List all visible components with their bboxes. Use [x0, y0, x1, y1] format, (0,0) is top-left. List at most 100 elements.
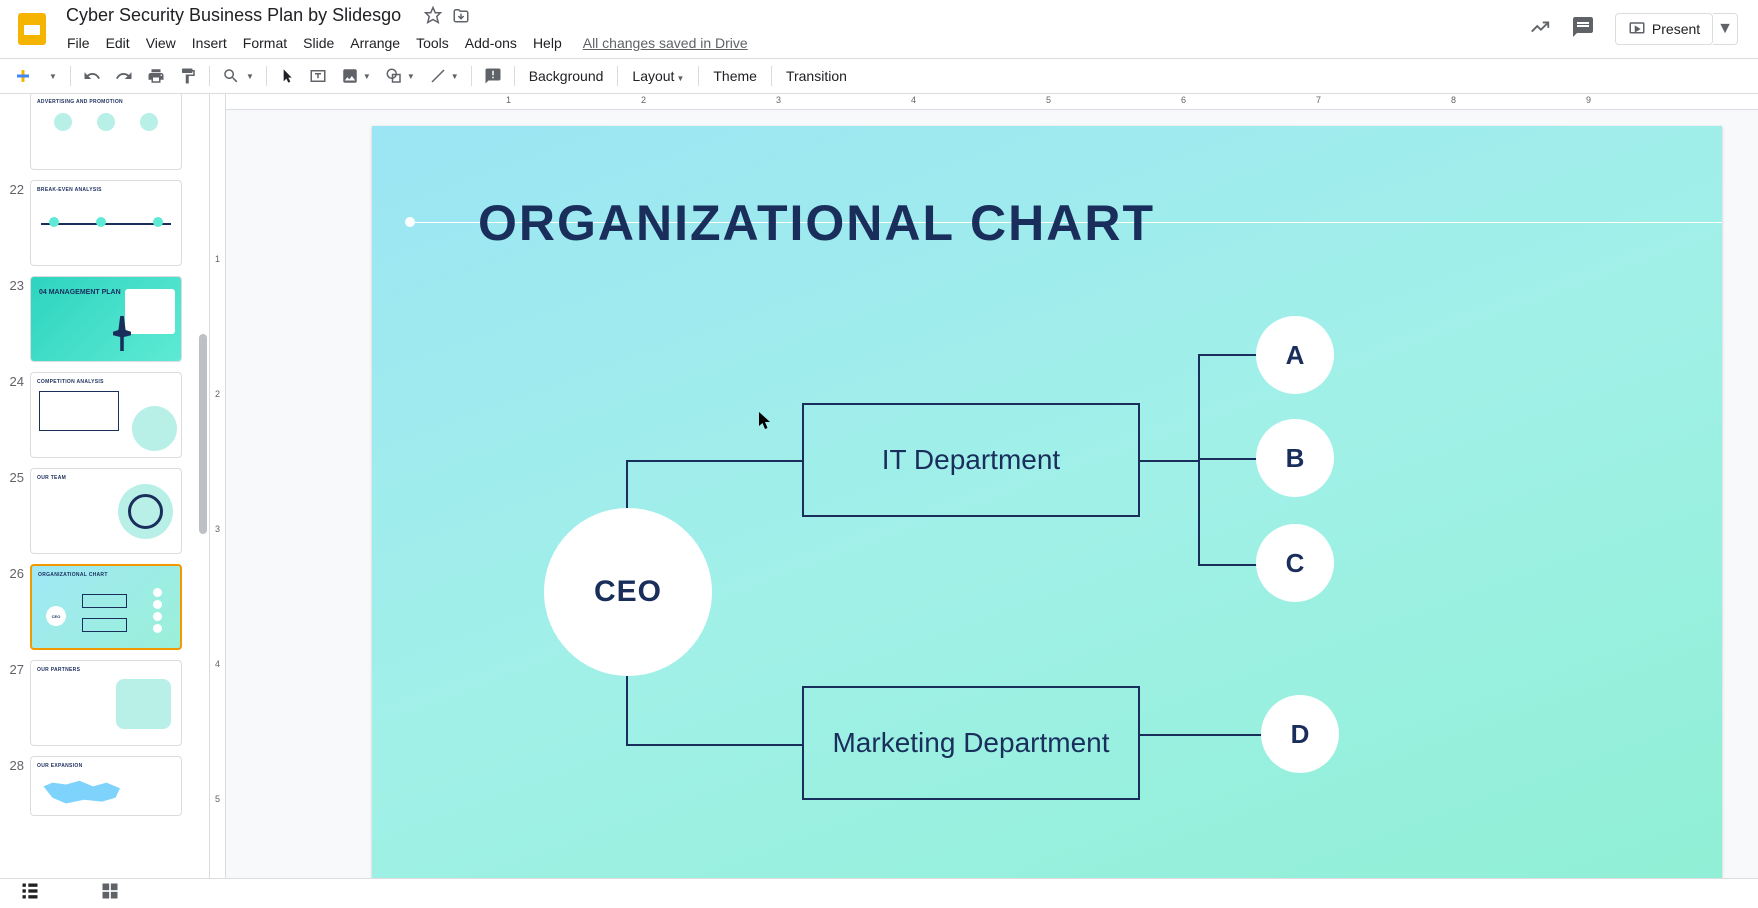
- ruler-tick: 4: [210, 659, 225, 669]
- slides-logo[interactable]: [12, 9, 52, 49]
- film-row: 26 ORGANIZATIONAL CHART CEO: [4, 564, 201, 650]
- org-connector: [1140, 460, 1200, 462]
- line-tool[interactable]: ▼: [423, 64, 465, 88]
- present-button[interactable]: Present: [1615, 13, 1713, 45]
- org-connector: [1140, 734, 1262, 736]
- image-tool[interactable]: ▼: [335, 64, 377, 88]
- ruler-tick: 4: [911, 95, 916, 105]
- comments-icon[interactable]: [1571, 15, 1595, 44]
- canvas[interactable]: 1 2 3 4 5 6 7 8 9 ORGANIZATIONAL CHART C…: [226, 94, 1758, 878]
- comment-tool[interactable]: [478, 64, 508, 88]
- document-title[interactable]: Cyber Security Business Plan by Slidesgo: [60, 3, 407, 28]
- filmstrip-scrollbar[interactable]: [199, 334, 207, 534]
- redo-button[interactable]: [109, 64, 139, 88]
- select-tool[interactable]: [273, 64, 301, 88]
- ruler-tick: 3: [210, 524, 225, 534]
- transition-button[interactable]: Transition: [778, 64, 855, 88]
- ruler-tick: 5: [1046, 95, 1051, 105]
- film-row: 25 OUR TEAM: [4, 468, 201, 554]
- header-right: Present ▼: [1529, 13, 1738, 45]
- slide-thumbnail[interactable]: 04 MANAGEMENT PLAN: [30, 276, 182, 362]
- org-node-marketing[interactable]: Marketing Department: [802, 686, 1140, 800]
- undo-button[interactable]: [77, 64, 107, 88]
- activity-icon[interactable]: [1529, 16, 1551, 43]
- slide-canvas[interactable]: ORGANIZATIONAL CHART CEO IT Department M…: [372, 126, 1722, 878]
- layout-label: Layout: [632, 68, 674, 84]
- new-slide-button[interactable]: [8, 64, 38, 88]
- zoom-button[interactable]: ▼: [216, 64, 260, 88]
- move-icon[interactable]: [452, 6, 470, 29]
- menu-bar: File Edit View Insert Format Slide Arran…: [60, 31, 1529, 55]
- grid-view-icon[interactable]: [100, 881, 120, 906]
- background-button[interactable]: Background: [521, 64, 612, 88]
- slide-number: 28: [4, 756, 30, 773]
- slide-thumbnail[interactable]: OUR PARTNERS: [30, 660, 182, 746]
- thumb-title: BREAK-EVEN ANALYSIS: [37, 187, 102, 193]
- shape-tool[interactable]: ▼: [379, 64, 421, 88]
- filmstrip-view-icon[interactable]: [20, 881, 40, 906]
- separator: [514, 66, 515, 86]
- separator: [209, 66, 210, 86]
- slide-thumbnail-selected[interactable]: ORGANIZATIONAL CHART CEO: [30, 564, 182, 650]
- ruler-tick: 1: [210, 254, 225, 264]
- ruler-tick: 2: [210, 389, 225, 399]
- org-node-b[interactable]: B: [1256, 419, 1334, 497]
- org-node-ceo[interactable]: CEO: [544, 508, 712, 676]
- ruler-tick: 2: [641, 95, 646, 105]
- film-row: 23 04 MANAGEMENT PLAN: [4, 276, 201, 362]
- menu-file[interactable]: File: [60, 31, 97, 55]
- star-icon[interactable]: [424, 6, 442, 29]
- app-header: Cyber Security Business Plan by Slidesgo…: [0, 0, 1758, 58]
- layout-button[interactable]: Layout▼: [624, 64, 692, 88]
- bottom-bar: [0, 878, 1758, 908]
- org-node-it[interactable]: IT Department: [802, 403, 1140, 517]
- slide-thumbnail[interactable]: ADVERTISING AND PROMOTION: [30, 94, 182, 170]
- org-connector: [1198, 564, 1258, 566]
- slide-thumbnail[interactable]: OUR TEAM: [30, 468, 182, 554]
- thumb-title: 04 MANAGEMENT PLAN: [39, 289, 121, 296]
- menu-edit[interactable]: Edit: [99, 31, 137, 55]
- ruler-tick: 8: [1451, 95, 1456, 105]
- slide-title[interactable]: ORGANIZATIONAL CHART: [478, 194, 1155, 252]
- org-connector: [626, 460, 802, 462]
- theme-button[interactable]: Theme: [705, 64, 765, 88]
- thumb-title: OUR EXPANSION: [37, 763, 82, 769]
- save-status[interactable]: All changes saved in Drive: [583, 35, 748, 51]
- menu-tools[interactable]: Tools: [409, 31, 456, 55]
- thumb-title: ORGANIZATIONAL CHART: [38, 572, 108, 578]
- thumb-title: COMPETITION ANALYSIS: [37, 379, 104, 385]
- org-node-c[interactable]: C: [1256, 524, 1334, 602]
- title-dot: [405, 217, 415, 227]
- main-area: 20 ADVERTISING AND PROMOTION 22 BREAK-EV…: [0, 94, 1758, 878]
- menu-view[interactable]: View: [139, 31, 183, 55]
- print-button[interactable]: [141, 64, 171, 88]
- menu-format[interactable]: Format: [236, 31, 294, 55]
- org-node-a[interactable]: A: [1256, 316, 1334, 394]
- slide-thumbnail[interactable]: OUR EXPANSION: [30, 756, 182, 816]
- menu-arrange[interactable]: Arrange: [343, 31, 407, 55]
- org-node-d[interactable]: D: [1261, 695, 1339, 773]
- org-connector: [1198, 458, 1258, 460]
- slide-thumbnail[interactable]: BREAK-EVEN ANALYSIS: [30, 180, 182, 266]
- separator: [70, 66, 71, 86]
- new-slide-dropdown[interactable]: ▼: [40, 64, 64, 88]
- org-connector: [1198, 354, 1258, 356]
- slide-number: 22: [4, 180, 30, 197]
- menu-slide[interactable]: Slide: [296, 31, 341, 55]
- paint-format-button[interactable]: [173, 64, 203, 88]
- slide-thumbnail[interactable]: COMPETITION ANALYSIS: [30, 372, 182, 458]
- textbox-tool[interactable]: [303, 64, 333, 88]
- horizontal-ruler: 1 2 3 4 5 6 7 8 9: [226, 94, 1758, 110]
- menu-help[interactable]: Help: [526, 31, 569, 55]
- ruler-tick: 6: [1181, 95, 1186, 105]
- thumb-title: OUR TEAM: [37, 475, 66, 481]
- ruler-tick: 7: [1316, 95, 1321, 105]
- menu-insert[interactable]: Insert: [185, 31, 234, 55]
- ruler-tick: 3: [776, 95, 781, 105]
- menu-addons[interactable]: Add-ons: [458, 31, 524, 55]
- slide-number: 25: [4, 468, 30, 485]
- separator: [266, 66, 267, 86]
- present-dropdown[interactable]: ▼: [1713, 13, 1738, 45]
- slide-number: 24: [4, 372, 30, 389]
- filmstrip[interactable]: 20 ADVERTISING AND PROMOTION 22 BREAK-EV…: [0, 94, 210, 878]
